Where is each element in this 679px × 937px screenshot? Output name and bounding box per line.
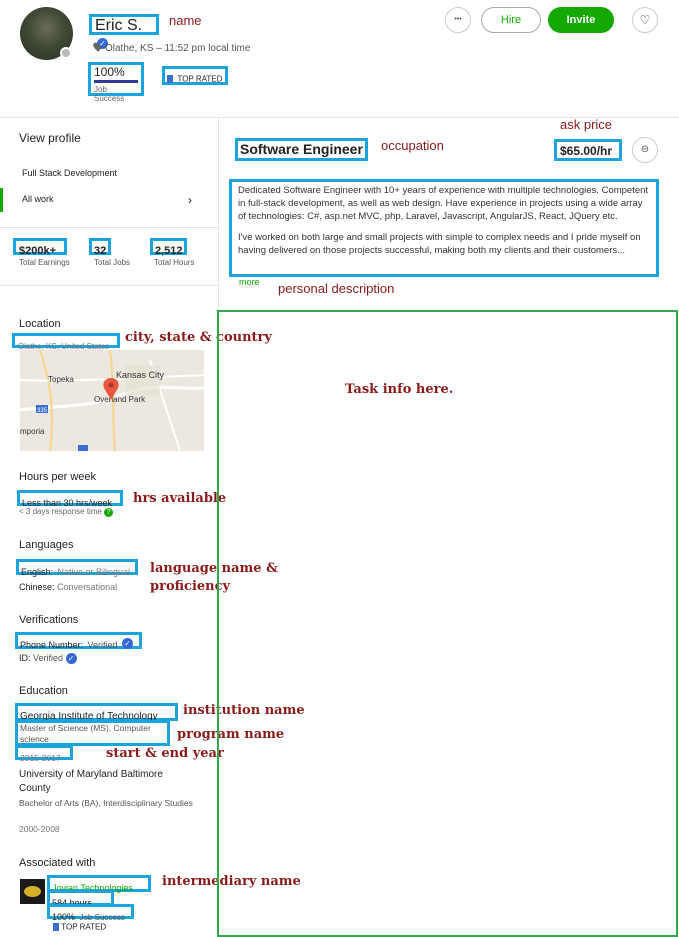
save-favorite-button[interactable]: ♡ — [632, 7, 658, 33]
map-label-335: 335 — [37, 408, 48, 414]
response-time: < 3 days response time ? — [19, 507, 114, 517]
language-english-box: English: Native or Bilingual — [16, 559, 138, 577]
languages-title: Languages — [19, 539, 74, 551]
all-work-active-indicator — [0, 188, 3, 212]
profile-name-box: Eric S. ✓ — [89, 14, 159, 50]
program-2-name: Bachelor of Arts (BA), Interdisciplinary… — [19, 798, 193, 808]
language-chinese: Chinese: Conversational — [19, 582, 117, 592]
description-more-link[interactable]: more — [239, 277, 260, 287]
hourly-rate: $65.00/hr — [560, 144, 613, 158]
stat-jobs-box: 32 — [89, 238, 111, 257]
help-icon[interactable]: ? — [104, 508, 114, 517]
stat-hours-label: Total Hours — [154, 258, 195, 267]
location-map[interactable]: Kansas City Topeka Overland Park mporia … — [20, 350, 204, 451]
profile-name: Eric S. — [95, 17, 143, 34]
program-1-box: Master of Science (MS), Computer science — [15, 720, 170, 746]
annotation-start-end-year: start & end year — [106, 746, 224, 761]
copy-link-button[interactable]: ⊖ — [632, 137, 658, 163]
description-paragraph-1: Dedicated Software Engineer with 10+ yea… — [238, 185, 649, 222]
stat-earnings-value: $200k+ — [19, 245, 57, 257]
top-rated-icon — [53, 922, 59, 931]
top-rated-label: TOP RATED — [177, 74, 223, 84]
stat-jobs-label: Total Jobs — [94, 258, 131, 267]
years-2-value: 2000-2008 — [19, 824, 60, 834]
verification-id-status: Verified — [33, 653, 64, 663]
sidebar-divider-2 — [0, 285, 218, 286]
link-icon: ⊖ — [640, 144, 650, 155]
verified-icon: ✓ — [65, 653, 77, 665]
job-success-bar — [94, 80, 138, 83]
associated-title: Associated with — [19, 857, 96, 869]
language-chinese-name: Chinese: — [19, 582, 55, 592]
occupation-box: Software Engineer — [235, 138, 368, 161]
verification-id-name: ID: — [19, 653, 31, 663]
years-1-value: 2015-2017 — [20, 753, 61, 763]
all-work-link[interactable]: All work — [22, 194, 54, 204]
stat-hours-box: 2,512 — [150, 238, 187, 257]
hours-value-box: Less than 30 hrs/week — [17, 490, 123, 508]
sidebar-divider-1 — [0, 227, 218, 228]
annotation-occupation: occupation — [381, 138, 444, 153]
occupation-title: Software Engineer — [240, 141, 363, 157]
location-time: Olathe, KS – 11:52 pm local time — [105, 43, 251, 54]
location-title: Location — [19, 318, 61, 330]
agency-top-rated: TOP RATED — [53, 922, 106, 931]
verification-id: ID: Verified ✓ — [19, 653, 77, 665]
job-success-label: Job Success — [94, 85, 125, 103]
language-english-name: English: — [21, 567, 54, 577]
location-value-box: Olathe, KS, United States — [12, 333, 120, 351]
hours-title: Hours per week — [19, 471, 97, 483]
view-profile-title[interactable]: View profile — [19, 131, 81, 145]
online-status-dot — [60, 47, 72, 59]
job-success-value: 100% — [94, 65, 125, 79]
agency-success-label: Job Success — [79, 913, 125, 922]
more-options-icon: ••• — [454, 16, 462, 23]
heart-icon: ♡ — [639, 13, 651, 27]
map-label-kansas-city: Kansas City — [116, 370, 165, 380]
institution-1-box: Georgia Institute of Technology — [15, 703, 178, 722]
map-label-emporia: mporia — [20, 427, 45, 436]
verification-phone-name: Phone Number: — [20, 640, 84, 650]
task-info-text: Task info here. — [345, 382, 454, 397]
agency-success-box: 100% Job Success — [47, 904, 134, 922]
map-label-topeka: Topeka — [48, 375, 74, 384]
agency-success-value: 100% — [52, 912, 76, 922]
top-rated-badge-box: TOP RATED — [162, 66, 228, 85]
annotation-name: name — [169, 13, 202, 28]
top-rated-icon — [167, 74, 173, 83]
hire-button[interactable]: Hire — [481, 7, 541, 33]
rate-box: $65.00/hr — [554, 139, 622, 161]
language-chinese-level: Conversational — [57, 582, 118, 592]
more-options-button[interactable]: ••• — [445, 7, 471, 33]
institution-2-name: University of Maryland Baltimore County — [19, 769, 163, 794]
job-success-box: 100% Job Success — [88, 62, 144, 103]
annotation-hrs-available: hrs available — [133, 491, 227, 506]
chevron-right-icon[interactable]: › — [188, 193, 192, 207]
annotation-ask-price: ask price — [560, 117, 613, 132]
response-time-text: < 3 days response time — [19, 507, 102, 516]
task-info-panel: Task info here. — [217, 310, 678, 937]
annotation-personal-description: personal description — [278, 281, 395, 296]
language-english-level: Native or Bilingual — [57, 567, 131, 577]
program-1-name: Master of Science (MS), Computer science — [20, 723, 151, 744]
education-title: Education — [19, 685, 68, 697]
verification-phone-box: Phone Number: Verified ✓ — [15, 632, 142, 650]
description-box: Dedicated Software Engineer with 10+ yea… — [229, 179, 659, 277]
description-paragraph-2: I've worked on both large and small proj… — [238, 232, 641, 256]
agency-top-rated-label: TOP RATED — [61, 922, 107, 932]
stat-earnings-box: $200k+ — [13, 238, 67, 257]
years-1-box: 2015-2017 — [15, 745, 73, 763]
verified-icon: ✓ — [121, 638, 133, 650]
stat-hours-value: 2,512 — [155, 245, 183, 257]
specialty-link[interactable]: Full Stack Development — [22, 168, 117, 178]
map-label-overland-park: Overland Park — [94, 395, 146, 404]
invite-button[interactable]: Invite — [548, 7, 614, 33]
agency-logo-mark — [24, 886, 41, 897]
verification-phone-status: Verified — [87, 640, 118, 650]
stat-earnings-label: Total Earnings — [19, 258, 70, 267]
stat-jobs-value: 32 — [94, 245, 107, 257]
verifications-title: Verifications — [19, 614, 79, 626]
